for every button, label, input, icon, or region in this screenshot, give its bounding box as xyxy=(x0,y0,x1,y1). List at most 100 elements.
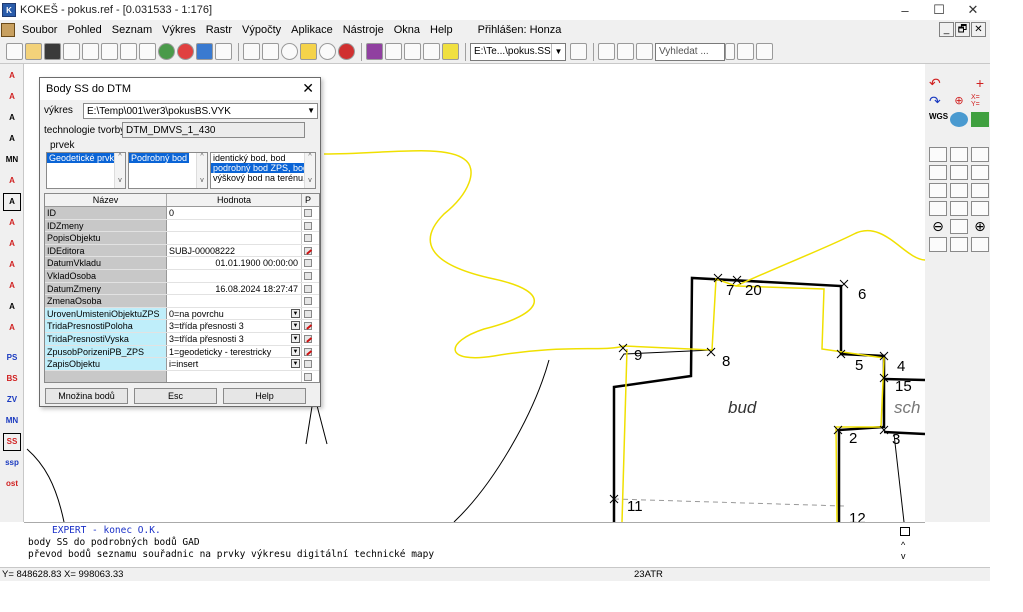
dots-icon[interactable] xyxy=(404,43,421,60)
new-file-icon[interactable] xyxy=(6,43,23,60)
checkbox-icon[interactable] xyxy=(304,360,312,369)
cursor-icon[interactable] xyxy=(262,43,279,60)
table-row[interactable]: ID 0 xyxy=(45,207,319,220)
attribute-value[interactable]: 3=třída přesnosti 3 ▼ xyxy=(167,320,302,332)
home-icon[interactable] xyxy=(636,43,653,60)
table-row[interactable]: VkladOsoba xyxy=(45,269,319,283)
globe-icon[interactable] xyxy=(950,112,968,127)
table-row[interactable]: IDEditora SUBJ-00008222 xyxy=(45,244,319,258)
checkbox-icon[interactable] xyxy=(304,309,312,318)
edit-icon[interactable] xyxy=(971,183,989,198)
maximize-button[interactable]: ☐ xyxy=(922,0,956,20)
arrow-left-icon[interactable] xyxy=(929,165,947,180)
document-sigma-icon[interactable] xyxy=(101,43,118,60)
wand-icon[interactable] xyxy=(442,43,459,60)
target-icon[interactable]: ⊕ xyxy=(950,94,968,109)
attribute-value[interactable]: SUBJ-00008222 xyxy=(167,244,302,257)
p-cell[interactable] xyxy=(302,232,314,244)
text-a-jump-icon[interactable]: A xyxy=(3,235,21,253)
redo-icon[interactable]: ↷ xyxy=(929,94,947,109)
chevron-down-icon[interactable]: ▼ xyxy=(291,359,300,369)
circle-icon[interactable] xyxy=(281,43,298,60)
fit-icon[interactable] xyxy=(950,219,968,234)
calculator-icon[interactable] xyxy=(120,43,137,60)
text-a-frame-icon[interactable]: A xyxy=(3,88,21,106)
scroll-up-icon[interactable]: ^ xyxy=(901,540,905,550)
scrollbar[interactable]: ^ v xyxy=(304,153,315,188)
scrollbar[interactable]: ^ v xyxy=(196,153,207,188)
table-row[interactable]: DatumVkladu 01.01.1900 00:00:00 xyxy=(45,257,319,270)
p-cell[interactable] xyxy=(302,257,314,269)
chevron-down-icon[interactable] xyxy=(725,43,735,60)
print-icon[interactable] xyxy=(215,43,232,60)
p-cell[interactable] xyxy=(302,295,314,307)
settings-icon[interactable] xyxy=(570,43,587,60)
table-row[interactable]: TridaPresnostiVyska 3=třída přesnosti 3 ▼ xyxy=(45,332,319,346)
chevron-down-icon[interactable]: ▼ xyxy=(551,43,565,60)
edit-mark-icon[interactable] xyxy=(304,334,312,343)
p-cell[interactable] xyxy=(302,371,314,382)
close-button[interactable]: ✕ xyxy=(956,0,990,20)
text-a-box-icon[interactable]: A xyxy=(3,193,21,211)
edit-mark-icon[interactable] xyxy=(304,322,312,331)
wgs-icon[interactable]: WGS xyxy=(929,112,948,127)
p-cell[interactable] xyxy=(302,207,314,219)
subtype-listbox[interactable]: identický bod, bod podrobný bod ZPS, bod… xyxy=(210,152,316,189)
attribute-value[interactable]: 3=třída přesnosti 3 ▼ xyxy=(167,332,302,345)
table-row[interactable] xyxy=(45,370,319,382)
attribute-value[interactable]: 0 xyxy=(167,207,302,219)
pin-icon[interactable] xyxy=(319,43,336,60)
edit-mark-icon[interactable] xyxy=(304,246,312,255)
search-icon[interactable] xyxy=(737,43,754,60)
cross-icon[interactable]: + xyxy=(971,76,989,91)
chevron-down-icon[interactable]: ▼ xyxy=(307,104,315,118)
p-cell[interactable] xyxy=(302,283,314,295)
text-mn-icon[interactable]: MN xyxy=(3,151,21,169)
attribute-value[interactable] xyxy=(167,232,302,244)
menu-seznam[interactable]: Seznam xyxy=(107,24,157,36)
checkbox-icon[interactable] xyxy=(304,234,312,243)
p-cell[interactable] xyxy=(302,333,314,345)
xy-icon[interactable]: X= Y= xyxy=(971,94,989,109)
attribute-value[interactable]: 1=geodeticky - terestricky ▼ xyxy=(167,345,302,358)
menu-nastroje[interactable]: Nástroje xyxy=(338,24,389,36)
text-a-rotate-icon[interactable]: A xyxy=(3,109,21,127)
menu-okna[interactable]: Okna xyxy=(389,24,425,36)
scrollbar[interactable]: ^ v xyxy=(114,153,125,188)
mnozina-bodu-button[interactable]: Množina bodů xyxy=(45,388,128,404)
sigma-icon[interactable] xyxy=(82,43,99,60)
esc-button[interactable]: Esc xyxy=(134,388,217,404)
mdi-restore-button[interactable]: 🗗 xyxy=(955,22,970,37)
attribute-value[interactable]: 0=na povrchu ▼ xyxy=(167,307,302,320)
menu-vykres[interactable]: Výkres xyxy=(157,24,201,36)
text-a-delete-icon[interactable]: A xyxy=(3,319,21,337)
ps-icon[interactable]: PS xyxy=(3,349,21,367)
text-a-move-icon[interactable]: A xyxy=(3,172,21,190)
grid-icon[interactable] xyxy=(196,43,213,60)
restore-icon[interactable] xyxy=(900,527,910,536)
tools-icon[interactable] xyxy=(617,43,634,60)
pointer-icon[interactable] xyxy=(243,43,260,60)
list-item[interactable]: podrobný bod ZPS, bod xyxy=(211,163,315,173)
p-cell[interactable] xyxy=(302,358,314,370)
table-row[interactable]: TridaPresnostiPoloha 3=třída přesnosti 3 ▼ xyxy=(45,320,319,333)
menu-aplikace[interactable]: Aplikace xyxy=(286,24,338,36)
undo-icon[interactable]: ↶ xyxy=(929,76,947,91)
menu-help[interactable]: Help xyxy=(425,24,458,36)
lock-icon[interactable] xyxy=(139,43,156,60)
menu-soubor[interactable]: Soubor xyxy=(17,24,62,36)
add-point-icon[interactable] xyxy=(423,43,440,60)
checkbox-icon[interactable] xyxy=(304,297,312,306)
text-a-doc-icon[interactable]: A xyxy=(3,277,21,295)
info-icon[interactable] xyxy=(950,76,968,91)
checkbox-icon[interactable] xyxy=(304,221,312,230)
select-rect-icon[interactable] xyxy=(929,147,947,162)
search-combo[interactable]: Vyhledat ... xyxy=(655,42,725,61)
document-icon[interactable] xyxy=(63,43,80,60)
attribute-value[interactable] xyxy=(167,295,302,307)
home-view-icon[interactable] xyxy=(950,237,968,252)
color-wheel-icon[interactable] xyxy=(177,43,194,60)
text-a-search-icon[interactable]: A xyxy=(3,130,21,148)
list-item[interactable]: výškový bod na terénu, xyxy=(211,173,315,183)
attribute-value[interactable] xyxy=(167,219,302,232)
